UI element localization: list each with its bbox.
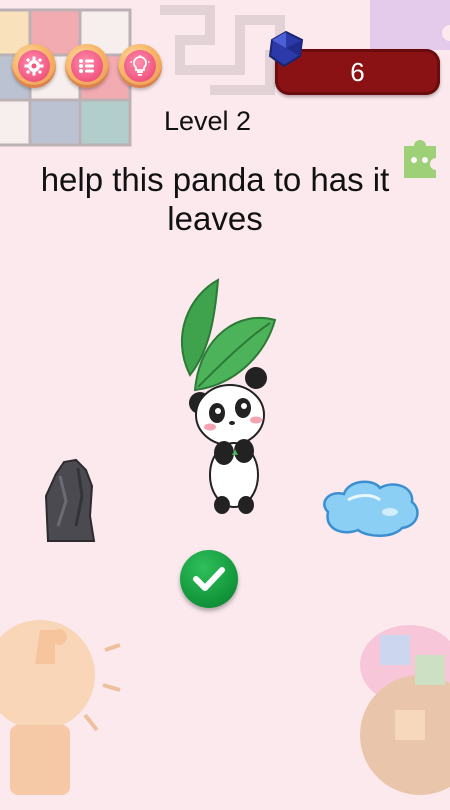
level-label: Level 2 (163, 106, 252, 136)
gear-icon (24, 56, 44, 76)
rock-icon[interactable] (42, 456, 96, 546)
puzzle-brain-decoration (360, 625, 450, 795)
hint-button[interactable] (118, 44, 162, 88)
panda-icon[interactable] (170, 275, 280, 520)
list-icon (79, 59, 94, 73)
level-list-button[interactable] (65, 44, 109, 88)
lightbulb-decoration (0, 620, 121, 795)
lightbulb-icon (130, 55, 150, 76)
water-icon[interactable] (318, 472, 422, 542)
gem-icon (268, 30, 304, 68)
gem-count: 6 (350, 56, 365, 87)
settings-button[interactable] (12, 44, 56, 88)
confirm-button[interactable] (180, 550, 238, 608)
question-text: help this panda to has it leaves (40, 161, 390, 237)
checkmark-icon (193, 567, 225, 591)
